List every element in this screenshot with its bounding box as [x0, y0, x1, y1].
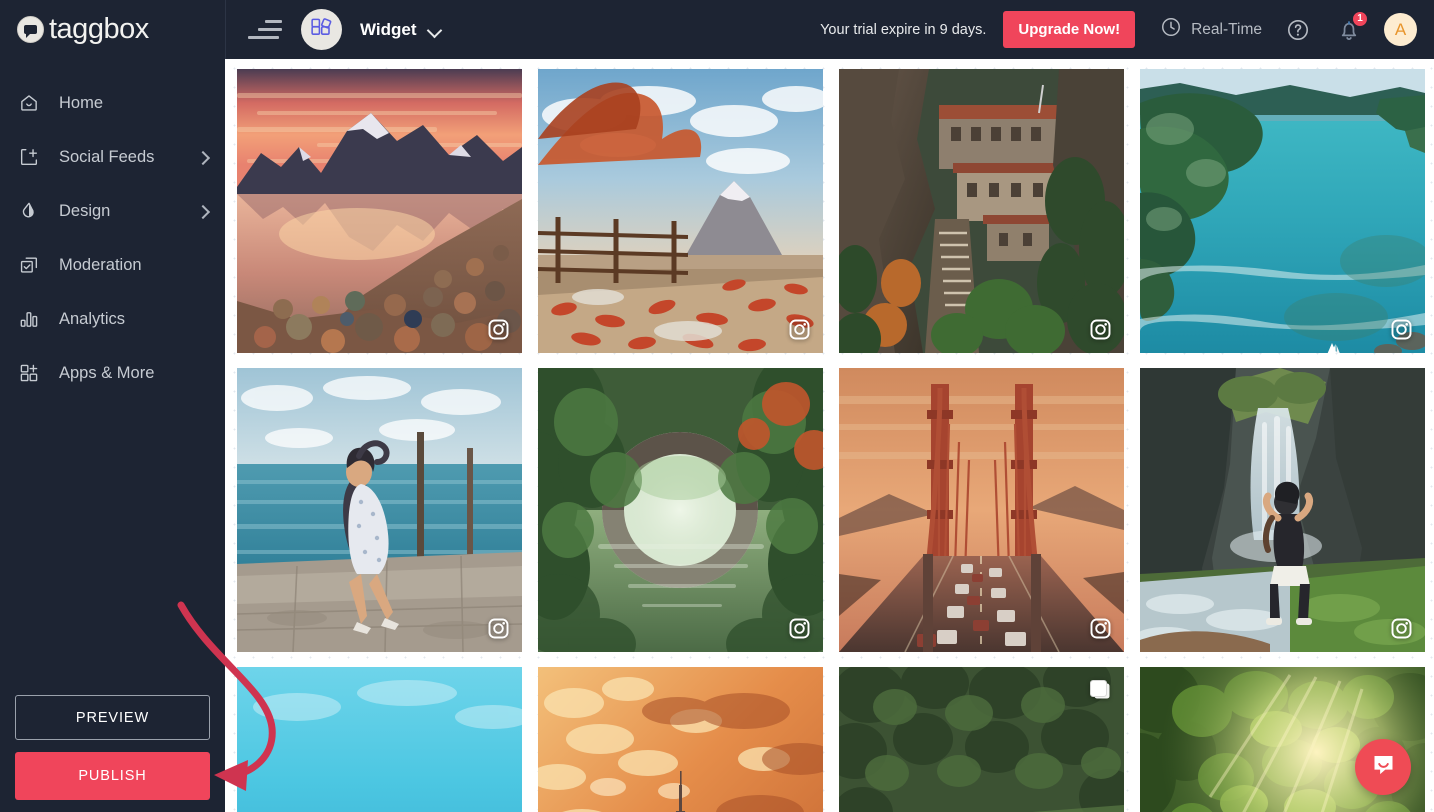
sidebar-item-label: Design [59, 201, 111, 220]
instagram-icon [1089, 617, 1112, 640]
upgrade-now-button[interactable]: Upgrade Now! [1003, 11, 1136, 48]
feed-tile[interactable] [839, 69, 1124, 353]
chat-bubble-circle-icon [17, 16, 44, 43]
sidebar-item-label: Apps & More [59, 363, 155, 382]
preview-button[interactable]: PREVIEW [15, 695, 210, 740]
taggbox-widget-editor: taggbox Widget Your trial expire in 9 da… [0, 0, 1434, 812]
apps-grid-plus-icon [17, 361, 41, 385]
bar-chart-icon [17, 307, 41, 331]
sidebar-item-apps-and-more[interactable]: Apps & More [0, 353, 225, 393]
sidebar-item-label: Social Feeds [59, 147, 155, 166]
widget-preview-canvas [225, 59, 1434, 812]
feed-tile[interactable] [237, 69, 522, 353]
sidebar: Home Social Feeds Design Moderation Anal… [0, 59, 225, 812]
widget-title: Widget [360, 19, 417, 39]
sidebar-item-social-feeds[interactable]: Social Feeds [0, 137, 225, 177]
real-time-toggle[interactable]: Real-Time [1160, 16, 1262, 43]
question-circle-icon[interactable] [1286, 18, 1310, 42]
feed-tile[interactable] [538, 69, 823, 353]
checked-layers-icon [17, 253, 41, 277]
sidebar-action-buttons: PREVIEW PUBLISH [0, 695, 225, 800]
feed-tile[interactable] [538, 667, 823, 812]
brand-name: taggbox [49, 13, 149, 45]
sidebar-nav: Home Social Feeds Design Moderation Anal… [0, 59, 225, 393]
sidebar-item-design[interactable]: Design [0, 191, 225, 231]
feed-tile[interactable] [1140, 69, 1425, 353]
droplet-contrast-icon [17, 199, 41, 223]
feed-tile[interactable] [237, 368, 522, 652]
real-time-label: Real-Time [1191, 20, 1262, 38]
trial-status-text: Your trial expire in 9 days. [820, 21, 987, 38]
chevron-down-icon[interactable] [428, 23, 441, 36]
add-feed-icon [17, 145, 41, 169]
carousel-multi-photo-icon [1088, 679, 1112, 701]
chat-launcher-button[interactable] [1355, 739, 1411, 795]
widget-tiles-icon [301, 9, 342, 50]
instagram-icon [788, 318, 811, 341]
instagram-icon [788, 617, 811, 640]
sidebar-item-moderation[interactable]: Moderation [0, 245, 225, 285]
feed-tile[interactable] [839, 667, 1124, 812]
top-bar: taggbox Widget Your trial expire in 9 da… [0, 0, 1434, 59]
sidebar-item-analytics[interactable]: Analytics [0, 299, 225, 339]
hamburger-menu-icon[interactable] [248, 17, 282, 43]
instagram-icon [1390, 318, 1413, 341]
sidebar-item-label: Analytics [59, 309, 126, 328]
instagram-icon [487, 318, 510, 341]
clock-icon [1160, 16, 1182, 43]
sidebar-item-label: Home [59, 93, 104, 112]
topbar-right-cluster: Your trial expire in 9 days. Upgrade Now… [820, 10, 1434, 48]
notification-count-badge: 1 [1352, 10, 1368, 27]
instagram-icon [1089, 318, 1112, 341]
user-avatar[interactable]: A [1384, 13, 1417, 46]
feed-tile[interactable] [538, 368, 823, 652]
notifications-button[interactable]: 1 [1336, 10, 1368, 43]
feed-tile[interactable] [839, 368, 1124, 652]
chevron-right-icon [198, 153, 207, 162]
feed-grid [237, 69, 1425, 812]
chevron-right-icon [198, 207, 207, 216]
home-icon [17, 91, 41, 115]
publish-button[interactable]: PUBLISH [15, 752, 210, 800]
instagram-icon [1390, 617, 1413, 640]
sidebar-item-home[interactable]: Home [0, 83, 225, 123]
topbar-divider [225, 0, 226, 59]
feed-tile[interactable] [237, 667, 522, 812]
sidebar-item-label: Moderation [59, 255, 142, 274]
feed-tile[interactable] [1140, 368, 1425, 652]
instagram-icon [487, 617, 510, 640]
brand-logo[interactable]: taggbox [0, 0, 225, 59]
chat-bubble-smile-icon [1370, 751, 1397, 783]
